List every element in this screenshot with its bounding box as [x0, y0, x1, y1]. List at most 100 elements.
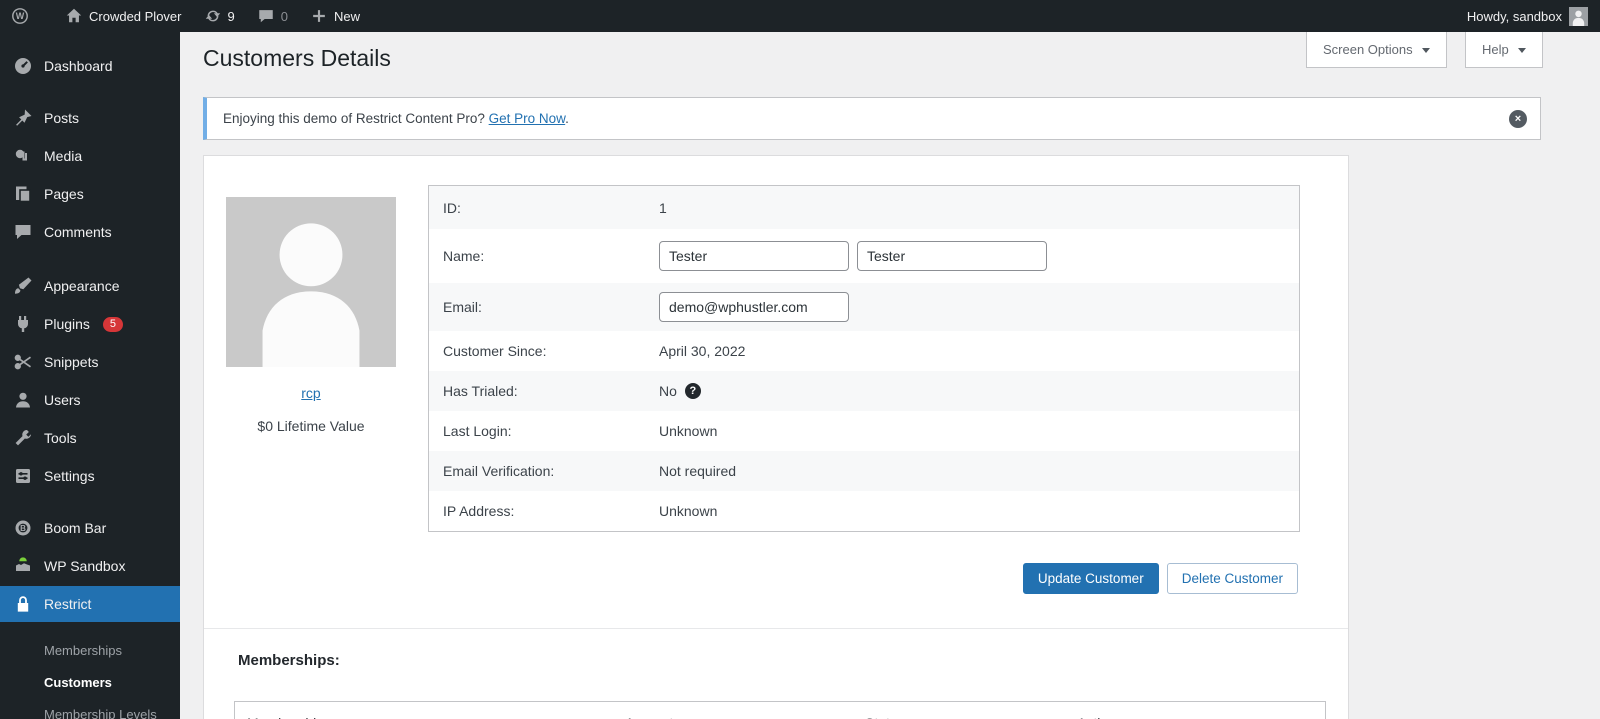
sidebar-item-media[interactable]: Media: [0, 138, 180, 174]
customer-user-link[interactable]: rcp: [301, 385, 320, 401]
help-tooltip-icon[interactable]: ?: [684, 383, 701, 399]
memberships-heading: Memberships:: [238, 652, 340, 669]
updates-menu[interactable]: 9: [193, 0, 246, 32]
sidebar-item-pages[interactable]: Pages: [0, 176, 180, 212]
row-label: Customer Since:: [443, 343, 547, 359]
sidebar-item-appearance[interactable]: Appearance: [0, 268, 180, 304]
row-label: ID:: [443, 199, 461, 216]
update-customer-button[interactable]: Update Customer: [1022, 563, 1159, 594]
paintbrush-icon: [13, 276, 33, 296]
submenu-label: Membership Levels: [44, 706, 157, 719]
sidebar-item-users[interactable]: Users: [0, 382, 180, 418]
plugin-icon: [13, 314, 33, 334]
lifetime-value: $0 Lifetime Value: [257, 418, 365, 434]
wordpress-admin-screen: W Crowded Plover 9 0 New Howdy, sandbox …: [0, 0, 1600, 719]
table-row-name: Name:: [429, 229, 1299, 283]
plugins-update-badge: 5: [102, 316, 124, 332]
chevron-down-icon: [1421, 47, 1430, 57]
sidebar-item-boom-bar[interactable]: B Boom Bar: [0, 510, 180, 546]
my-account-menu[interactable]: Howdy, sandbox: [1455, 6, 1600, 26]
customer-since-value: April 30, 2022: [659, 343, 746, 359]
sidebar-label: Media: [44, 148, 83, 164]
main-content: Screen Options Help Customers Details En…: [180, 32, 1600, 719]
row-label: Has Trialed:: [443, 383, 518, 399]
submenu-label: Memberships: [44, 642, 123, 658]
column-header-status: Status: [865, 715, 1077, 719]
new-content-menu[interactable]: New: [299, 0, 371, 32]
new-label: New: [333, 8, 360, 24]
column-header-amount: Amount: [625, 715, 865, 719]
user-avatar-small: [1569, 6, 1588, 26]
customer-details-table: ID: 1 Name: Email: Cust: [428, 185, 1300, 532]
sidebar-item-comments[interactable]: Comments: [0, 214, 180, 250]
sidebar-item-dashboard[interactable]: Dashboard: [0, 48, 180, 84]
first-name-input[interactable]: [659, 241, 849, 271]
sidebar-label: Boom Bar: [44, 520, 107, 536]
notice-text: Enjoying this demo of Restrict Content P…: [223, 111, 569, 126]
dashboard-icon: [13, 56, 33, 76]
notice-suffix: .: [565, 111, 569, 126]
has-trialed-value: No: [659, 383, 677, 399]
screen-options-tab[interactable]: Screen Options: [1306, 32, 1447, 68]
site-name-menu[interactable]: Crowded Plover: [54, 0, 193, 32]
svg-text:B: B: [20, 524, 26, 533]
dismiss-notice-icon[interactable]: ×: [1509, 109, 1527, 128]
table-row-has-trialed: Has Trialed: No ?: [429, 371, 1299, 411]
sidebar-label: Appearance: [44, 278, 120, 294]
sidebar-label: Settings: [44, 468, 95, 484]
sidebar-item-tools[interactable]: Tools: [0, 420, 180, 456]
delete-customer-button[interactable]: Delete Customer: [1166, 563, 1298, 594]
sidebar-label: Posts: [44, 110, 80, 126]
help-label: Help: [1482, 42, 1509, 57]
customer-avatar-block: rcp $0 Lifetime Value: [226, 197, 396, 434]
page-title: Customers Details: [203, 45, 391, 71]
sidebar-item-plugins[interactable]: Plugins 5: [0, 306, 180, 342]
media-icon: [13, 146, 33, 166]
comments-menu[interactable]: 0: [246, 0, 299, 32]
help-tab[interactable]: Help: [1465, 32, 1543, 68]
sidebar-item-posts[interactable]: Posts: [0, 100, 180, 136]
row-label: IP Address:: [443, 503, 515, 519]
sidebar-item-wp-sandbox[interactable]: WP Sandbox: [0, 548, 180, 584]
sidebar-item-restrict[interactable]: Restrict: [0, 586, 186, 622]
sidebar-label: Dashboard: [44, 58, 113, 74]
sidebar-item-settings[interactable]: Settings: [0, 458, 180, 494]
get-pro-link[interactable]: Get Pro Now: [489, 111, 566, 126]
lock-icon: [13, 594, 33, 614]
column-header-membership: Membership: [235, 715, 625, 719]
ip-address-value: Unknown: [659, 503, 718, 519]
admin-bar: W Crowded Plover 9 0 New Howdy, sandbox: [0, 0, 1600, 32]
wp-sandbox-icon: [13, 556, 33, 576]
comment-bubble-icon: [258, 10, 273, 23]
last-login-value: Unknown: [659, 423, 718, 439]
table-row-customer-since: Customer Since: April 30, 2022: [429, 331, 1299, 371]
demo-notice: Enjoying this demo of Restrict Content P…: [203, 97, 1541, 140]
sidebar-label: Tools: [44, 430, 77, 446]
home-icon: [66, 8, 82, 23]
screen-options-label: Screen Options: [1323, 42, 1413, 57]
submenu-label: Customers: [44, 674, 112, 690]
last-name-input[interactable]: [857, 241, 1047, 271]
row-label: Email:: [443, 299, 482, 315]
table-row-ip-address: IP Address: Unknown: [429, 491, 1299, 531]
admin-menu: Dashboard Posts Media Pages Comments App…: [0, 32, 186, 622]
submenu-item-customers[interactable]: Customers: [0, 666, 180, 698]
row-label: Name:: [443, 248, 485, 264]
submenu-item-membership-levels[interactable]: Membership Levels: [0, 698, 180, 719]
email-input[interactable]: [659, 292, 849, 322]
sidebar-label: Snippets: [44, 354, 99, 370]
email-verification-value: Not required: [659, 463, 737, 479]
svg-text:W: W: [16, 11, 25, 21]
site-name: Crowded Plover: [89, 8, 182, 24]
customer-id-value: 1: [659, 199, 667, 216]
section-divider: [204, 628, 1348, 629]
howdy-text: Howdy, sandbox: [1466, 8, 1562, 24]
submenu-item-memberships[interactable]: Memberships: [0, 634, 180, 666]
boom-bar-icon: B: [13, 518, 33, 538]
updates-icon: [205, 10, 220, 22]
chevron-down-icon: [1517, 47, 1526, 57]
wordpress-logo-menu[interactable]: W: [0, 0, 40, 32]
updates-count: 9: [227, 8, 235, 24]
memberships-table: Membership Amount Status Action: [234, 701, 1326, 719]
sidebar-item-snippets[interactable]: Snippets: [0, 344, 180, 380]
